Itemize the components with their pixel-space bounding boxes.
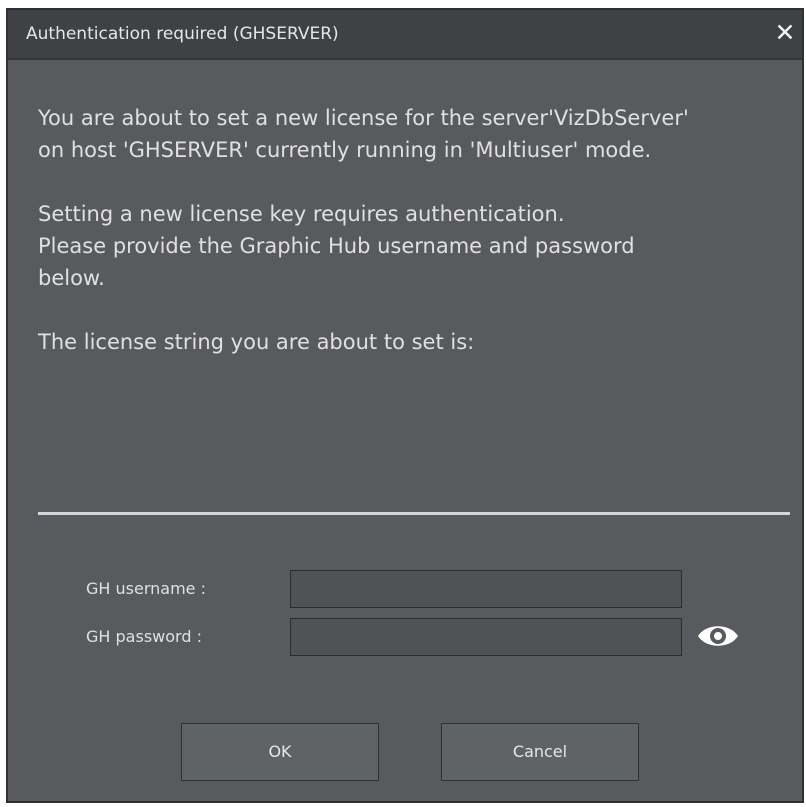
- eye-icon: [698, 626, 738, 646]
- password-input[interactable]: [290, 618, 682, 656]
- message-line: on host 'GHSERVER' currently running in …: [38, 138, 652, 162]
- message-line: below.: [38, 266, 105, 290]
- close-icon: ✕: [774, 18, 796, 47]
- cancel-button[interactable]: Cancel: [441, 723, 639, 781]
- separator: [38, 512, 790, 515]
- ok-button[interactable]: OK: [181, 723, 379, 781]
- show-password-button[interactable]: [696, 621, 740, 651]
- message-line: Setting a new license key requires authe…: [38, 202, 565, 226]
- dialog-title: Authentication required (GHSERVER): [26, 24, 339, 44]
- title-bar[interactable]: Authentication required (GHSERVER) ✕: [8, 10, 802, 60]
- username-input[interactable]: [290, 570, 682, 608]
- password-label: GH password :: [86, 627, 202, 646]
- message-line: Please provide the Graphic Hub username …: [38, 234, 635, 258]
- license-string-label: The license string you are about to set …: [38, 330, 475, 354]
- message-line: You are about to set a new license for t…: [38, 106, 689, 130]
- close-button[interactable]: ✕: [770, 18, 800, 48]
- authentication-dialog: Authentication required (GHSERVER) ✕ You…: [6, 8, 804, 803]
- message-area: You are about to set a new license for t…: [38, 102, 788, 358]
- username-label: GH username :: [86, 579, 206, 598]
